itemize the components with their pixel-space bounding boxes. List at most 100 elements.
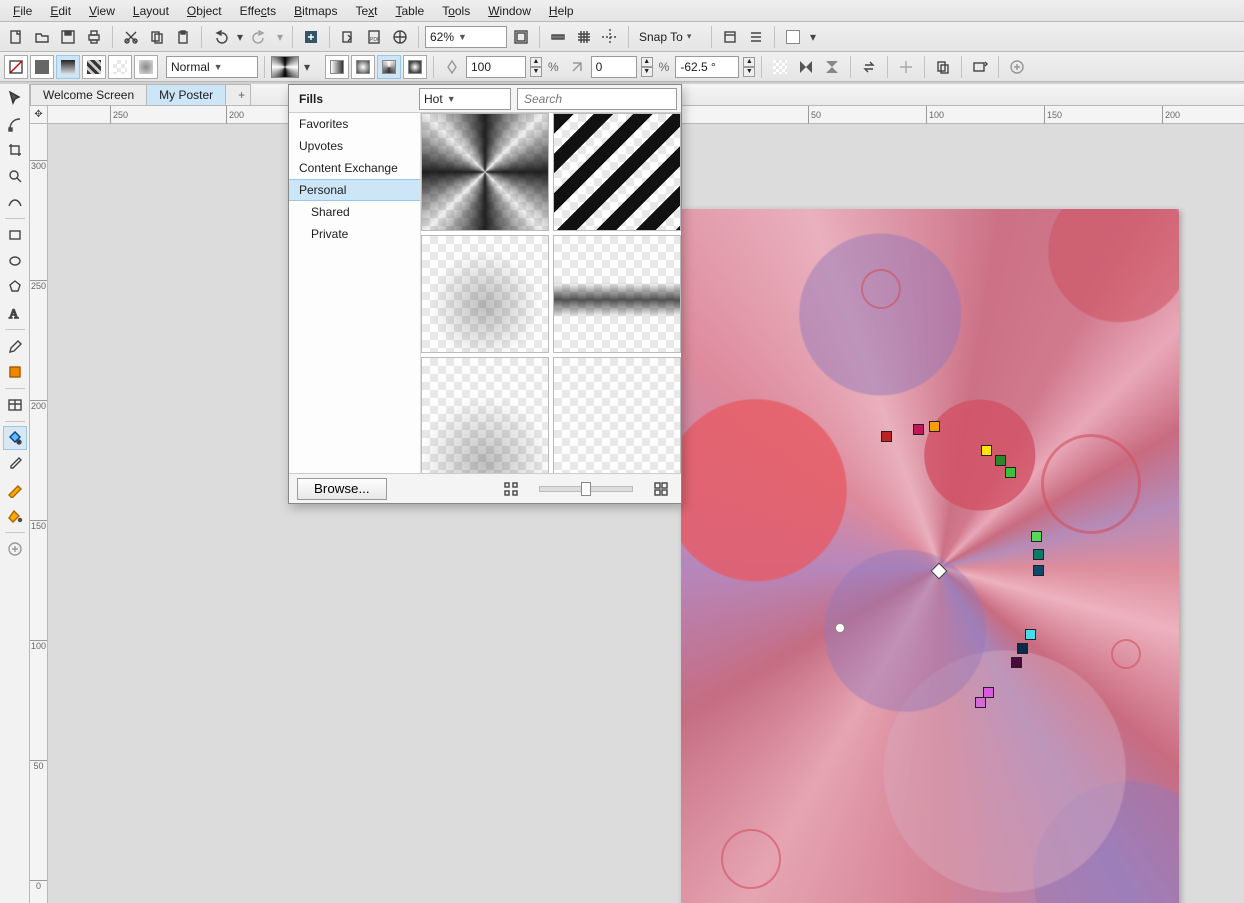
uniform-transparency-button[interactable] bbox=[30, 55, 54, 79]
edit-transparency-button[interactable] bbox=[968, 55, 992, 79]
grid-button[interactable] bbox=[572, 25, 596, 49]
merge-spinner[interactable]: ▲▼ bbox=[641, 57, 653, 77]
cat-content-exchange[interactable]: Content Exchange bbox=[289, 157, 420, 179]
table-tool[interactable] bbox=[3, 393, 27, 417]
thumbnail-large-icon[interactable] bbox=[649, 477, 673, 501]
fill-node[interactable] bbox=[913, 424, 924, 435]
import-button[interactable] bbox=[299, 25, 323, 49]
fill-node[interactable] bbox=[1033, 549, 1044, 560]
slider-knob[interactable] bbox=[581, 482, 591, 496]
menu-view[interactable]: View bbox=[82, 2, 122, 20]
linear-fountain-button[interactable] bbox=[325, 55, 349, 79]
merge-input[interactable]: 0 bbox=[591, 56, 637, 78]
crop-tool[interactable] bbox=[3, 138, 27, 162]
copy-properties-button[interactable] bbox=[931, 55, 955, 79]
menu-edit[interactable]: Edit bbox=[43, 2, 78, 20]
snapto-dropdown[interactable]: Snap To ▾ bbox=[635, 26, 705, 48]
tab-add[interactable]: + bbox=[225, 84, 251, 105]
fill-picker-dropdown[interactable]: ▾ bbox=[301, 55, 313, 79]
angle-spinner[interactable]: ▲▼ bbox=[743, 57, 755, 77]
add-preset-button[interactable] bbox=[1005, 55, 1029, 79]
browse-button[interactable]: Browse... bbox=[297, 478, 387, 500]
smooth-button[interactable] bbox=[894, 55, 918, 79]
options-button[interactable] bbox=[718, 25, 742, 49]
text-tool[interactable]: A bbox=[3, 301, 27, 325]
mirror-v-button[interactable] bbox=[820, 55, 844, 79]
fill-thumb[interactable] bbox=[553, 113, 681, 231]
menu-text[interactable]: Text bbox=[348, 2, 384, 20]
bitmap-transparency-button[interactable] bbox=[108, 55, 132, 79]
menu-table[interactable]: Table bbox=[389, 2, 432, 20]
redo-dropdown[interactable]: ▾ bbox=[274, 25, 286, 49]
ruler-origin[interactable]: ✥ bbox=[30, 106, 48, 124]
angle-input[interactable]: -62.5 ° bbox=[675, 56, 739, 78]
tab-welcome[interactable]: Welcome Screen bbox=[30, 84, 147, 105]
zoom-tool[interactable] bbox=[3, 164, 27, 188]
polygon-tool[interactable] bbox=[3, 275, 27, 299]
print-button[interactable] bbox=[82, 25, 106, 49]
menu-file[interactable]: FFileile bbox=[6, 2, 39, 20]
fill-rotation-handle[interactable] bbox=[835, 623, 845, 633]
ellipse-tool[interactable] bbox=[3, 249, 27, 273]
eyedropper-tool[interactable] bbox=[3, 452, 27, 476]
ruler-vertical[interactable]: 300 250 200 150 100 50 0 bbox=[30, 124, 48, 903]
menu-window[interactable]: Window bbox=[481, 2, 538, 20]
zoom-dropdown[interactable]: 62% ▼ bbox=[425, 26, 507, 48]
fill-node[interactable] bbox=[1017, 643, 1028, 654]
save-button[interactable] bbox=[56, 25, 80, 49]
fountain-transparency-button[interactable] bbox=[56, 55, 80, 79]
menu-layout[interactable]: Layout bbox=[126, 2, 176, 20]
mirror-h-button[interactable] bbox=[794, 55, 818, 79]
fill-node[interactable] bbox=[1005, 467, 1016, 478]
menu-help[interactable]: Help bbox=[542, 2, 581, 20]
open-button[interactable] bbox=[30, 25, 54, 49]
menu-tools[interactable]: Tools bbox=[435, 2, 477, 20]
redo-button[interactable] bbox=[248, 25, 272, 49]
pattern-transparency-button[interactable] bbox=[82, 55, 106, 79]
fill-thumb[interactable] bbox=[421, 357, 549, 473]
cat-favorites[interactable]: Favorites bbox=[289, 113, 420, 135]
fullscreen-button[interactable] bbox=[509, 25, 533, 49]
new-doc-button[interactable] bbox=[4, 25, 28, 49]
fill-node[interactable] bbox=[1031, 531, 1042, 542]
thumbnail-small-icon[interactable] bbox=[499, 477, 523, 501]
rectangular-fountain-button[interactable] bbox=[403, 55, 427, 79]
poster-artwork[interactable] bbox=[681, 209, 1179, 903]
freehand-tool[interactable] bbox=[3, 190, 27, 214]
menu-object[interactable]: Object bbox=[180, 2, 229, 20]
outline-tool[interactable] bbox=[3, 478, 27, 502]
cat-shared[interactable]: Shared bbox=[289, 201, 420, 223]
paste-button[interactable] bbox=[171, 25, 195, 49]
fill-node[interactable] bbox=[1011, 657, 1022, 668]
publish-web-button[interactable] bbox=[388, 25, 412, 49]
fill-color-dropdown[interactable]: ▾ bbox=[807, 25, 819, 49]
no-transparency-button[interactable] bbox=[4, 55, 28, 79]
cut-button[interactable] bbox=[119, 25, 143, 49]
guides-button[interactable] bbox=[598, 25, 622, 49]
undo-dropdown[interactable]: ▾ bbox=[234, 25, 246, 49]
fill-thumb[interactable] bbox=[553, 235, 681, 353]
conical-fountain-button[interactable] bbox=[377, 55, 401, 79]
fill-node[interactable] bbox=[1025, 629, 1036, 640]
node-transparency-spinner[interactable]: ▲▼ bbox=[530, 57, 542, 77]
rulers-button[interactable] bbox=[546, 25, 570, 49]
cat-personal[interactable]: Personal bbox=[289, 179, 420, 201]
fills-sort-dropdown[interactable]: Hot ▼ bbox=[419, 88, 511, 110]
texture-transparency-button[interactable] bbox=[134, 55, 158, 79]
tab-my-poster[interactable]: My Poster bbox=[146, 84, 226, 105]
fill-node[interactable] bbox=[995, 455, 1006, 466]
publish-pdf-button[interactable]: PDF bbox=[362, 25, 386, 49]
fills-search-input[interactable]: Search bbox=[517, 88, 677, 110]
fill-picker-swatch[interactable] bbox=[271, 56, 299, 78]
node-transparency-input[interactable]: 100 bbox=[466, 56, 526, 78]
transparency-tool[interactable] bbox=[3, 360, 27, 384]
fill-node[interactable] bbox=[881, 431, 892, 442]
rectangle-tool[interactable] bbox=[3, 223, 27, 247]
export-button[interactable] bbox=[336, 25, 360, 49]
fill-thumb[interactable] bbox=[421, 113, 549, 231]
menu-effects[interactable]: Effects bbox=[233, 2, 283, 20]
cat-private[interactable]: Private bbox=[289, 223, 420, 245]
merge-mode-dropdown[interactable]: Normal ▼ bbox=[166, 56, 258, 78]
fill-thumb[interactable] bbox=[553, 357, 681, 473]
fill-color-button[interactable] bbox=[781, 25, 805, 49]
